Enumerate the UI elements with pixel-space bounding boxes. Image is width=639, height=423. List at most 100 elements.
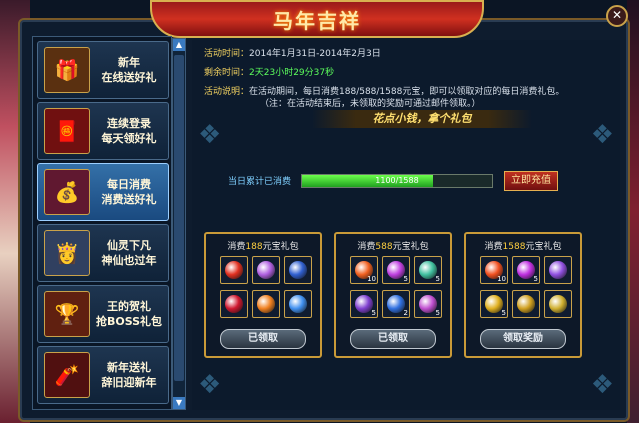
pack-title-prefix: 消费	[484, 242, 503, 252]
reward-item-count: 5	[501, 309, 506, 317]
reward-item-count: 5	[371, 309, 376, 317]
reward-item-count: 10	[367, 275, 376, 283]
firecracker-icon: 🧨	[44, 352, 90, 398]
sidebar-item-subtitle: 消费送好礼	[101, 193, 157, 206]
sidebar-item-subtitle: 神仙也过年	[101, 254, 157, 267]
reward-item-slot[interactable]: 2	[382, 290, 410, 318]
reward-item-icon	[257, 295, 275, 313]
activity-time-row: 活动时间：2014年1月31日-2014年2月3日	[204, 46, 381, 59]
activity-time-label: 活动时间：	[204, 49, 250, 59]
ornament-icon: ❖	[590, 120, 614, 150]
pack-amount: 1588	[502, 242, 526, 252]
reward-item-slot[interactable]: 5	[512, 256, 540, 284]
sidebar-item-login-gift[interactable]: 🧧 连续登录每天领好礼	[37, 102, 169, 160]
reward-item-slot[interactable]: 5	[414, 290, 442, 318]
pack-amount: 588	[375, 242, 393, 252]
sidebar-item-subtitle: 辞旧迎新年	[101, 376, 157, 389]
reward-item-slot[interactable]	[544, 290, 572, 318]
reward-item-slot[interactable]: 5	[382, 256, 410, 284]
sidebar-item-king-gift[interactable]: 🏆 王的贺礼抢BOSS礼包	[37, 285, 169, 343]
reward-item-slot[interactable]: 5	[480, 290, 508, 318]
reward-item-icon	[225, 295, 243, 313]
sidebar-item-title: 王的贺礼	[107, 300, 151, 313]
title-banner: 马年吉祥	[150, 0, 484, 38]
reward-item-icon	[387, 295, 405, 313]
gift-pack-588: 消费588元宝礼包 10 5 5 5 2 5 已领取	[334, 232, 452, 358]
remaining-time-value: 2天23小时29分37秒	[249, 68, 335, 78]
claimed-button[interactable]: 已领取	[220, 329, 306, 349]
scroll-thumb[interactable]	[174, 55, 184, 381]
reward-item-count: 5	[435, 275, 440, 283]
reward-item-icon	[517, 295, 535, 313]
reward-item-slot[interactable]	[544, 256, 572, 284]
reward-item-icon	[549, 295, 567, 313]
claim-reward-button[interactable]: 领取奖励	[480, 329, 566, 349]
reward-item-slot[interactable]: 10	[350, 256, 378, 284]
pack-title-prefix: 消费	[227, 242, 246, 252]
sidebar-item-title: 仙灵下凡	[107, 239, 151, 252]
reward-item-icon	[289, 261, 307, 279]
red-envelope-icon: 🧧	[44, 108, 90, 154]
reward-item-count: 5	[403, 275, 408, 283]
pack-title-suffix: 元宝礼包	[392, 242, 429, 252]
reward-item-icon	[549, 261, 567, 279]
reward-item-icon	[517, 261, 535, 279]
pack-title-suffix: 元宝礼包	[525, 242, 562, 252]
gift-pack-1588: 消费1588元宝礼包 10 5 5 领取奖励	[464, 232, 582, 358]
ornament-icon: ❖	[590, 370, 614, 400]
activity-desc-label: 活动说明：	[204, 87, 250, 97]
pack-title-suffix: 元宝礼包	[262, 242, 299, 252]
reward-item-count: 5	[533, 275, 538, 283]
gift-pack-188: 消费188元宝礼包 已领取	[204, 232, 322, 358]
reward-item-slot[interactable]: 5	[414, 256, 442, 284]
sidebar-item-subtitle: 每天领好礼	[101, 132, 157, 145]
claimed-button[interactable]: 已领取	[350, 329, 436, 349]
spend-progress-bar: 1100/1588	[301, 174, 493, 188]
sidebar-item-new-year-gift[interactable]: 🧨 新年送礼辞旧迎新年	[37, 346, 169, 404]
scroll-down-icon[interactable]: ▼	[173, 397, 185, 409]
reward-item-slot[interactable]: 10	[480, 256, 508, 284]
spent-label: 当日累计已消费	[228, 177, 292, 187]
reward-item-slot[interactable]: 5	[350, 290, 378, 318]
remaining-time-label: 剩余时间：	[204, 68, 250, 78]
recharge-button[interactable]: 立即充值	[504, 171, 558, 191]
reward-item-icon	[485, 295, 503, 313]
reward-item-slot[interactable]	[284, 256, 312, 284]
reward-item-slot[interactable]	[252, 290, 280, 318]
reward-item-icon	[419, 261, 437, 279]
reward-item-count: 2	[403, 309, 408, 317]
reward-item-slot[interactable]	[284, 290, 312, 318]
reward-item-icon	[257, 261, 275, 279]
pack-amount: 188	[245, 242, 263, 252]
reward-item-slot[interactable]	[512, 290, 540, 318]
pack-title: 消费588元宝礼包	[336, 239, 450, 252]
progress-text: 1100/1588	[375, 176, 419, 185]
reward-item-slot[interactable]	[252, 256, 280, 284]
sidebar-item-title: 每日消费	[107, 178, 151, 191]
close-icon[interactable]: ✕	[606, 5, 628, 27]
reward-item-slot[interactable]	[220, 256, 248, 284]
slogan-banner: 花点小钱，拿个礼包	[312, 110, 532, 128]
window-title: 马年吉祥	[273, 8, 361, 33]
sidebar-scrollbar[interactable]: ▲ ▼	[172, 38, 186, 410]
sidebar-item-fairy[interactable]: 👸 仙灵下凡神仙也过年	[37, 224, 169, 282]
reward-item-count: 5	[435, 309, 440, 317]
activity-time-value: 2014年1月31日-2014年2月3日	[249, 49, 381, 59]
remaining-time-row: 剩余时间：2天23小时29分37秒	[204, 65, 334, 78]
sidebar-item-online-gift[interactable]: 🎁 新年 在线送好礼	[37, 41, 169, 99]
sidebar-item-daily-spend[interactable]: 💰 每日消费 消费送好礼	[37, 163, 169, 221]
treasure-chest-icon: 🏆	[44, 291, 90, 337]
ornament-icon: ❖	[198, 120, 222, 150]
reward-item-icon	[225, 261, 243, 279]
activity-sidebar: 🎁 新年 在线送好礼 🧧 连续登录 每天领好礼 💰 每日消费 消费送好礼 👸 仙灵下凡…	[32, 36, 172, 410]
scroll-up-icon[interactable]: ▲	[173, 39, 185, 51]
pack-title-prefix: 消费	[357, 242, 376, 252]
sidebar-item-subtitle: 抢BOSS礼包	[95, 315, 163, 328]
reward-item-icon	[289, 295, 307, 313]
sidebar-item-title: 连续登录	[107, 117, 151, 130]
fairy-icon: 👸	[44, 230, 90, 276]
sidebar-item-title: 新年送礼	[107, 361, 151, 374]
reward-item-slot[interactable]	[220, 290, 248, 318]
reward-item-icon	[355, 295, 373, 313]
gift-bag-icon: 🎁	[44, 47, 90, 93]
